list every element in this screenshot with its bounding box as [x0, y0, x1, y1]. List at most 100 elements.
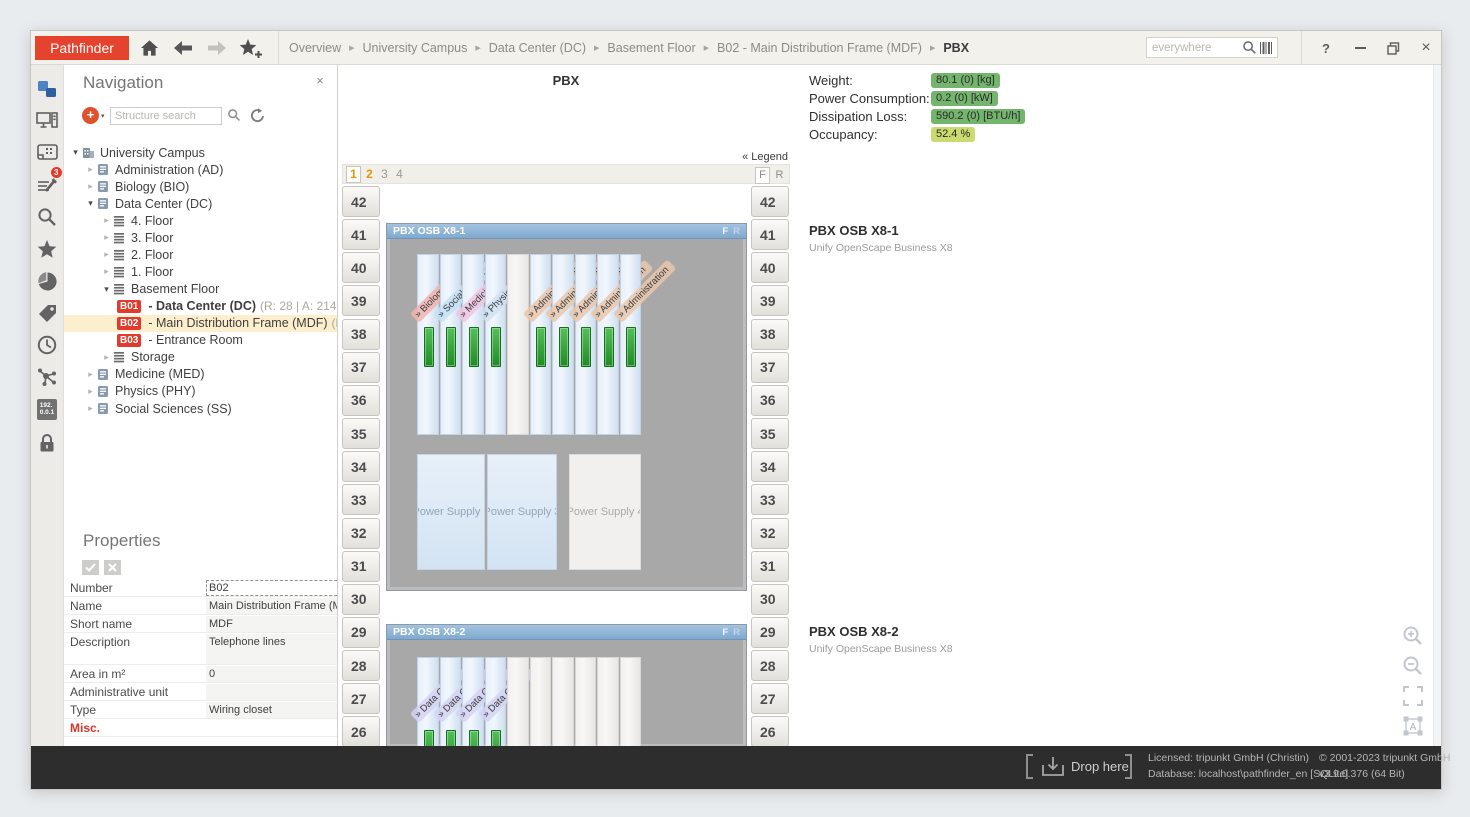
restore-button[interactable] [1381, 36, 1405, 60]
tree-item[interactable]: B01- Data Center (DC)(R: 28 | A: 2145 | [64, 298, 337, 315]
vertical-scrollbar[interactable] [1433, 65, 1441, 746]
tags-button[interactable] [31, 299, 63, 327]
history-button[interactable] [31, 331, 63, 359]
cancel-properties-button[interactable] [104, 560, 121, 575]
rack-slot[interactable] [620, 657, 642, 746]
collapse-icon[interactable]: ▾ [69, 147, 82, 158]
back-button[interactable] [169, 35, 197, 61]
ip-addresses-button[interactable]: 192.0.0.1 [31, 395, 63, 423]
help-button[interactable]: ? [1314, 36, 1338, 60]
rack-header[interactable]: PBX OSB X8-1FR [387, 224, 746, 239]
panel-close-button[interactable]: × [312, 73, 328, 89]
expand-icon[interactable]: ▸ [84, 164, 97, 175]
tree-item-label: Basement Floor [131, 282, 219, 296]
chevron-down-icon[interactable]: ▾ [101, 112, 105, 120]
rack-slot[interactable] [597, 657, 619, 746]
property-value[interactable]: B02 [206, 580, 338, 596]
global-search-input[interactable] [1147, 42, 1242, 54]
rack-header[interactable]: PBX OSB X8-2FR [387, 625, 746, 640]
breadcrumb-item[interactable]: PBX [943, 41, 969, 55]
barcode-scan-icon[interactable] [1260, 42, 1273, 54]
toggle-labels-button[interactable]: A [1401, 714, 1425, 738]
tree-item[interactable]: ▸1. Floor [64, 263, 337, 280]
rack-front-rear-toggle[interactable]: FR [717, 626, 740, 638]
expand-icon[interactable]: ▸ [100, 215, 113, 226]
breadcrumb-item[interactable]: Overview [289, 41, 341, 55]
tree-item[interactable]: ▸Storage [64, 349, 337, 366]
zoom-in-button[interactable] [1401, 624, 1425, 648]
search-icon[interactable] [1242, 40, 1257, 55]
expand-icon[interactable]: ▸ [84, 386, 97, 397]
zoom-out-button[interactable] [1401, 654, 1425, 678]
tree-item[interactable]: B02- Main Distribution Frame (MDF)(R: [64, 315, 337, 332]
patch-panel-button[interactable] [31, 139, 63, 167]
rack-r-label[interactable]: R [733, 226, 740, 237]
favorites-button[interactable] [31, 235, 63, 263]
page-tab[interactable]: 4 [393, 167, 406, 182]
tree-item[interactable]: ▾ Basement Floor [64, 281, 337, 298]
expand-icon[interactable]: ▸ [84, 369, 97, 380]
power-supply[interactable]: Power Supply 4 [569, 454, 641, 570]
structure-search-input[interactable] [110, 107, 222, 125]
breadcrumb-item[interactable]: B02 - Main Distribution Frame (MDF) [717, 41, 922, 55]
zoom-fit-button[interactable] [1401, 684, 1425, 708]
tree-item[interactable]: ▸3. Floor [64, 229, 337, 246]
apply-properties-button[interactable] [82, 560, 99, 575]
minimize-button[interactable] [1348, 36, 1372, 60]
tree-item[interactable]: ▸4. Floor [64, 212, 337, 229]
property-value[interactable]: Wiring closet [206, 702, 338, 718]
rack-slot[interactable] [507, 657, 529, 746]
rack-slot[interactable] [530, 657, 552, 746]
structure-search-icon[interactable] [227, 108, 241, 122]
breadcrumb-item[interactable]: University Campus [362, 41, 467, 55]
drop-target[interactable] [1041, 756, 1065, 782]
reports-button[interactable] [31, 267, 63, 295]
tree-item[interactable]: ▾Data Center (DC) [64, 195, 337, 212]
close-button[interactable]: × [1414, 36, 1438, 60]
add-favorite-button[interactable] [237, 35, 265, 61]
collapse-icon[interactable]: ▾ [100, 284, 113, 295]
topology-button[interactable] [31, 363, 63, 391]
property-value[interactable]: Main Distribution Frame (MDF) [206, 598, 338, 614]
power-supply[interactable]: Power Supply 3 [487, 454, 557, 570]
expand-icon[interactable]: ▸ [100, 249, 113, 260]
power-supply[interactable]: Power Supply 2 [417, 454, 485, 570]
property-value[interactable]: MDF [206, 616, 338, 632]
breadcrumb-item[interactable]: Data Center (DC) [489, 41, 586, 55]
property-value[interactable]: 0 [206, 666, 338, 682]
add-structure-button[interactable]: + [82, 107, 99, 124]
devices-button[interactable] [31, 107, 63, 135]
tree-item[interactable]: ▸Biology (BIO) [64, 178, 337, 195]
expand-icon[interactable]: ▸ [100, 266, 113, 277]
rack-slot[interactable] [552, 657, 574, 746]
collapse-icon[interactable]: ▾ [84, 198, 97, 209]
expand-icon[interactable]: ▸ [84, 403, 97, 414]
rack-f-label[interactable]: F [722, 627, 728, 638]
tree-item[interactable]: ▸Physics (PHY) [64, 383, 337, 400]
tree-item[interactable]: ▸Social Sciences (SS) [64, 400, 337, 417]
home-button[interactable] [135, 35, 163, 61]
expand-icon[interactable]: ▸ [100, 352, 113, 363]
security-button[interactable] [31, 429, 63, 457]
property-value[interactable] [206, 684, 338, 700]
navigation-tree-button[interactable] [31, 75, 63, 103]
expand-icon[interactable]: ▸ [84, 181, 97, 192]
breadcrumb-item[interactable]: Basement Floor [607, 41, 695, 55]
tasks-button[interactable]: 3 [31, 171, 63, 199]
tree-item[interactable]: ▸Administration (AD) [64, 161, 337, 178]
rack-f-label[interactable]: F [722, 226, 728, 237]
expand-icon[interactable]: ▸ [100, 232, 113, 243]
tree-item[interactable]: ▸Medicine (MED) [64, 366, 337, 383]
app-logo[interactable]: Pathfinder [35, 36, 129, 60]
rack-slot[interactable] [575, 657, 597, 746]
rack-front-rear-toggle[interactable]: FR [717, 225, 740, 237]
refresh-icon[interactable] [250, 108, 265, 123]
tree-item[interactable]: B03- Entrance Room [64, 332, 337, 349]
property-value[interactable]: Telephone lines [206, 634, 338, 664]
rack-r-label[interactable]: R [733, 627, 740, 638]
search-view-button[interactable] [31, 203, 63, 231]
rack-slot[interactable] [507, 254, 529, 435]
forward-button[interactable] [203, 35, 231, 61]
tree-item[interactable]: ▾University Campus [64, 144, 337, 161]
tree-item[interactable]: ▸2. Floor [64, 246, 337, 263]
